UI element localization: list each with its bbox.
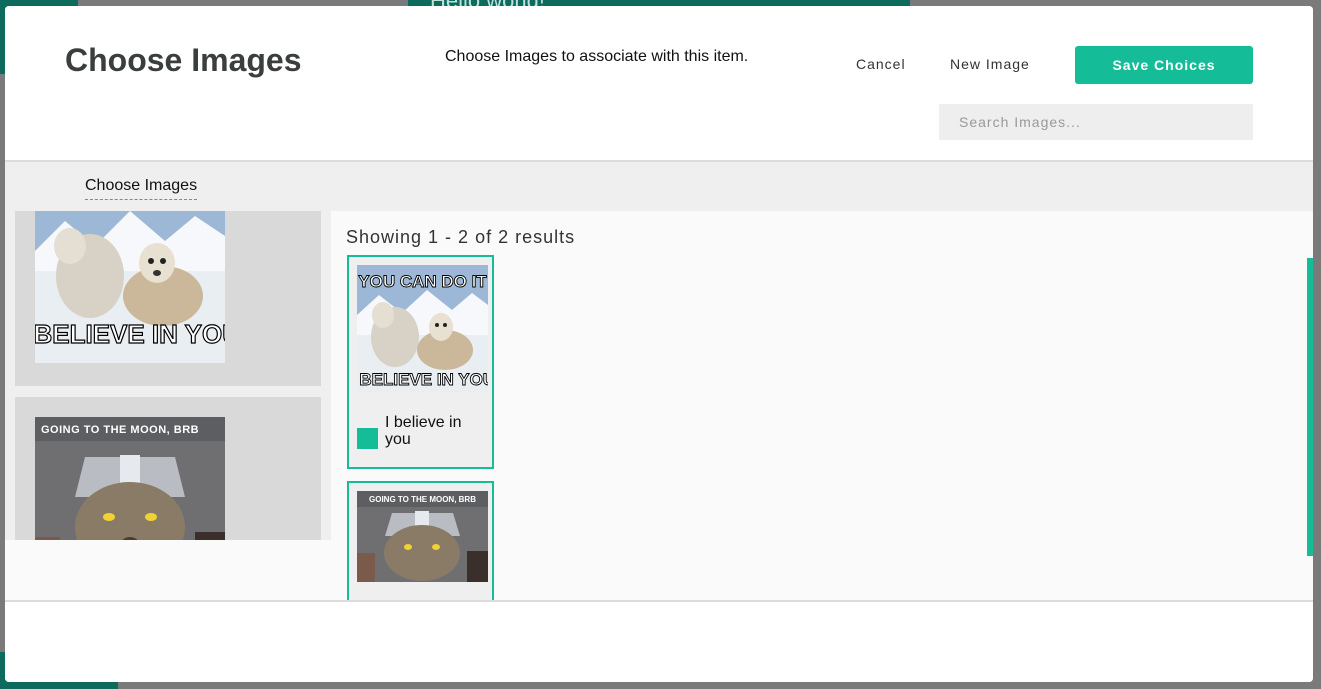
- selected-image-card[interactable]: I BELIEVE IN YOU: [15, 211, 321, 386]
- scrollbar[interactable]: [1307, 258, 1313, 556]
- wolf-meme-image: I BELIEVE IN YOU: [35, 211, 225, 363]
- tab-choose-images[interactable]: Choose Images: [85, 177, 198, 200]
- search-images-input[interactable]: [939, 104, 1253, 140]
- choose-images-modal: Choose Images Choose Images to associate…: [5, 6, 1313, 682]
- selected-checkbox[interactable]: [357, 428, 378, 449]
- cancel-button[interactable]: Cancel: [856, 56, 906, 72]
- preview-meme-bottom: I BELIEVE IN YOU: [35, 319, 225, 349]
- result-title: I believe in you: [385, 414, 462, 448]
- cat-meme-image: GOING TO THE MOON, BRB: [35, 417, 225, 540]
- result-meme-top: GOING TO THE MOON, BRB: [369, 495, 476, 504]
- modal-description: Choose Images to associate with this ite…: [445, 48, 749, 65]
- cat-meme-thumbnail: GOING TO THE MOON, BRB: [357, 491, 488, 582]
- wolf-meme-thumbnail: YOU CAN DO IT I BELIEVE IN YOU: [357, 265, 488, 392]
- result-meme-top: YOU CAN DO IT: [358, 272, 487, 291]
- result-card[interactable]: GOING TO THE MOON, BRB: [347, 481, 494, 611]
- result-card[interactable]: YOU CAN DO IT I BELIEVE IN YOU I believe…: [347, 255, 494, 469]
- modal-body: I BELIEVE IN YOU GOING TO THE MOON, BRB: [5, 211, 1313, 611]
- selected-image-card[interactable]: GOING TO THE MOON, BRB: [15, 397, 321, 540]
- modal-footer: [5, 602, 1313, 682]
- result-meme-bottom: I BELIEVE IN YOU: [357, 370, 488, 389]
- save-choices-button[interactable]: Save Choices: [1075, 46, 1253, 84]
- new-image-button[interactable]: New Image: [950, 56, 1030, 72]
- modal-title: Choose Images: [65, 42, 302, 78]
- modal-header: Choose Images Choose Images to associate…: [5, 6, 1313, 160]
- tab-bar: Choose Images: [5, 162, 1313, 211]
- selected-images-pane[interactable]: I BELIEVE IN YOU GOING TO THE MOON, BRB: [5, 211, 331, 540]
- results-count: Showing 1 - 2 of 2 results: [346, 227, 576, 247]
- preview-meme-top: GOING TO THE MOON, BRB: [41, 424, 199, 436]
